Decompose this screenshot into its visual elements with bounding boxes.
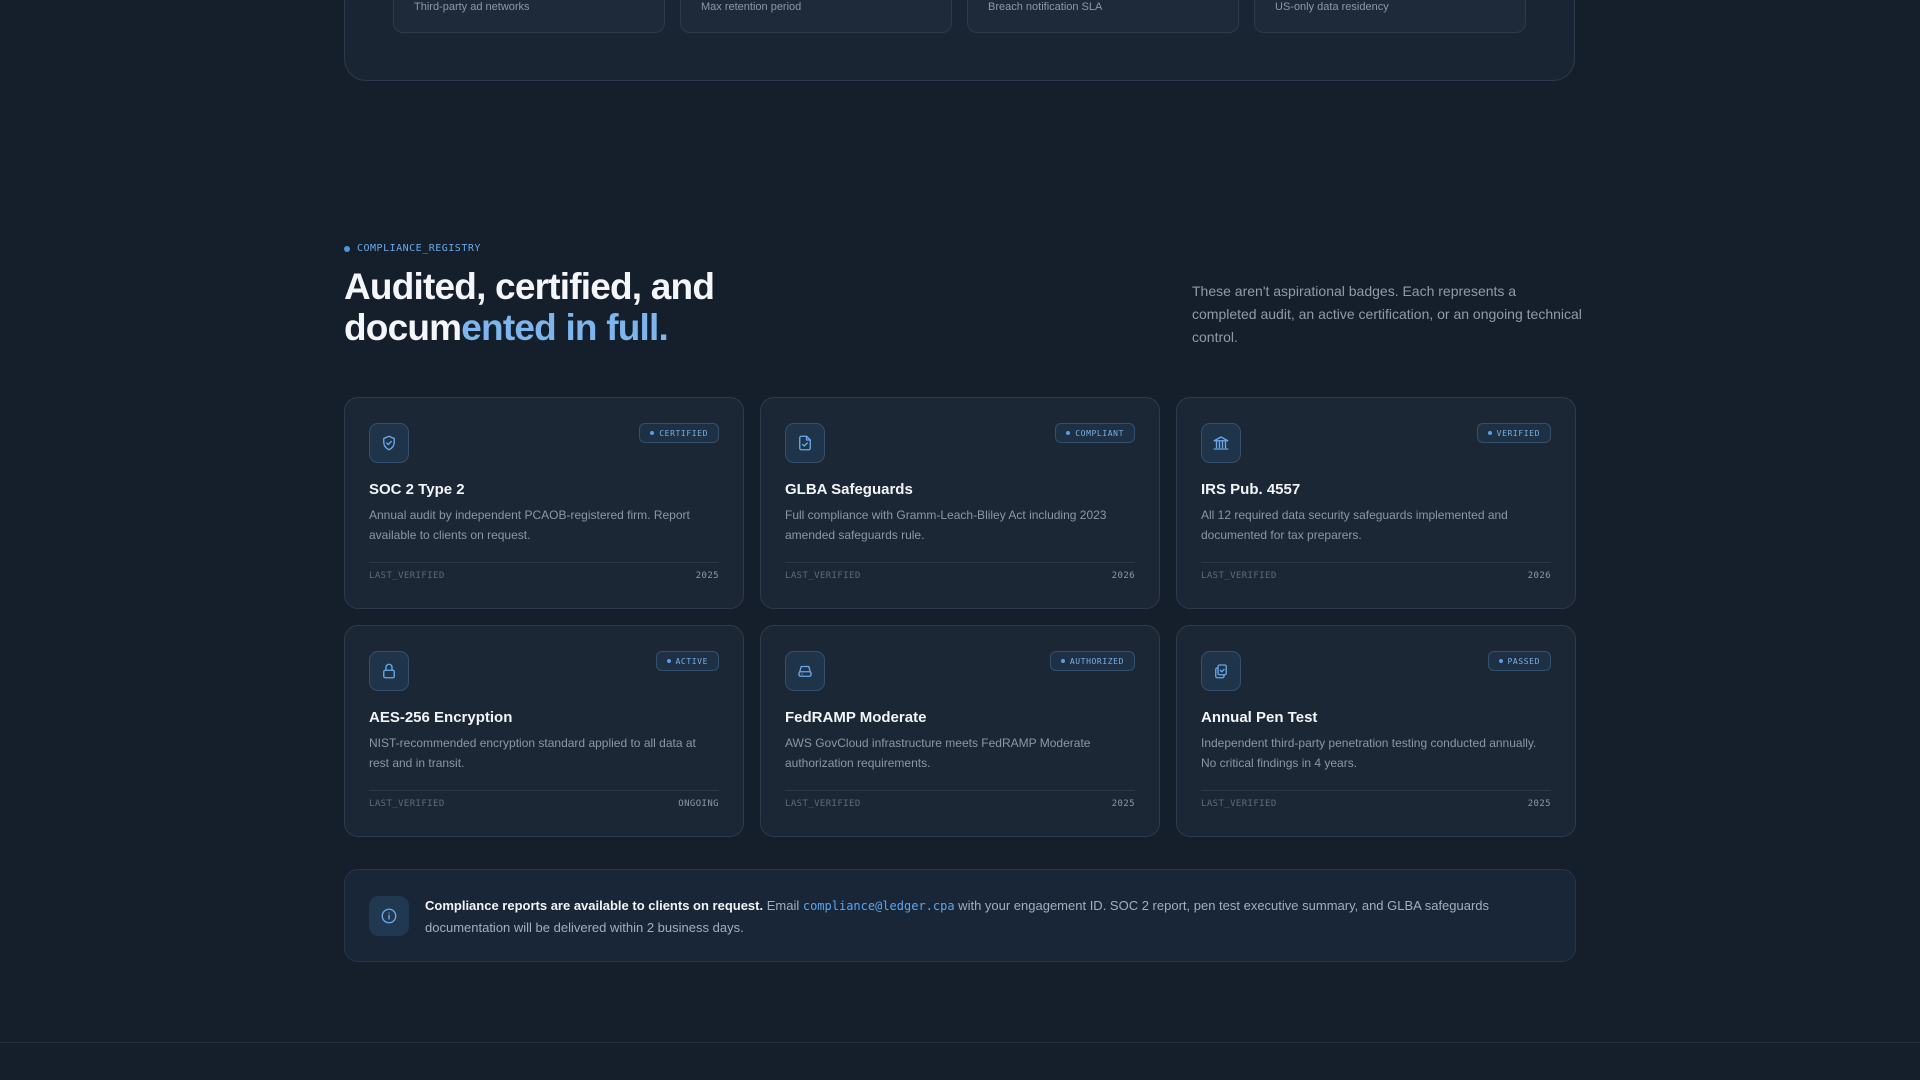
info-icon <box>369 896 409 936</box>
compliance-card: ACTIVE AES-256 Encryption NIST-recommend… <box>344 625 744 837</box>
stat-card: Third-party ad networks <box>393 0 665 33</box>
card-description: Annual audit by independent PCAOB-regist… <box>369 508 690 542</box>
badge-label: PASSED <box>1507 656 1540 666</box>
footer-label: LAST_VERIFIED <box>785 571 861 581</box>
card-title: SOC 2 Type 2 <box>369 481 465 498</box>
title-line-2: docum <box>344 307 462 348</box>
status-badge: VERIFIED <box>1476 423 1551 443</box>
bank-building-icon <box>1201 423 1241 463</box>
status-badge: COMPLIANT <box>1055 423 1135 443</box>
badge-label: COMPLIANT <box>1075 428 1124 438</box>
card-title: FedRAMP Moderate <box>785 709 927 726</box>
badge-label: VERIFIED <box>1496 428 1540 438</box>
footer-value: 2026 <box>1527 571 1551 581</box>
notice-pre-email: Email <box>763 898 803 913</box>
card-description: Full compliance with Gramm-Leach-Bliley … <box>785 508 1107 542</box>
card-footer: LAST_VERIFIED 2025 <box>369 562 719 581</box>
compliance-card: AUTHORIZED FedRAMP Moderate AWS GovCloud… <box>760 625 1160 837</box>
footer-value: 2026 <box>1111 571 1135 581</box>
clipboard-copy-icon <box>1201 651 1241 691</box>
footer-label: LAST_VERIFIED <box>1201 799 1277 809</box>
data-policy-panel: Third-party ad networks Max retention pe… <box>344 0 1575 81</box>
stat-label: Max retention period <box>701 1 802 13</box>
footer-label: LAST_VERIFIED <box>785 799 861 809</box>
footer-value: 2025 <box>695 571 719 581</box>
eyebrow-dot <box>344 245 350 252</box>
card-footer: LAST_VERIFIED ONGOING <box>369 790 719 809</box>
badge-label: CERTIFIED <box>659 428 708 438</box>
stat-label: Third-party ad networks <box>414 1 530 13</box>
compliance-card: CERTIFIED SOC 2 Type 2 Annual audit by i… <box>344 397 744 609</box>
footer-divider <box>0 1042 1920 1043</box>
server-drive-icon <box>785 651 825 691</box>
footer-value: ONGOING <box>678 799 719 809</box>
card-title: AES-256 Encryption <box>369 709 513 726</box>
compliance-card: VERIFIED IRS Pub. 4557 All 12 required d… <box>1176 397 1576 609</box>
card-footer: LAST_VERIFIED 2026 <box>785 562 1135 581</box>
footer-label: LAST_VERIFIED <box>369 799 445 809</box>
email-link[interactable]: compliance@ledger.cpa <box>803 899 955 913</box>
badge-label: ACTIVE <box>675 656 708 666</box>
card-description: All 12 required data security safeguards… <box>1201 508 1508 542</box>
card-footer: LAST_VERIFIED 2026 <box>1201 562 1551 581</box>
document-check-icon <box>785 423 825 463</box>
footer-label: LAST_VERIFIED <box>1201 571 1277 581</box>
compliance-card: COMPLIANT GLBA Safeguards Full complianc… <box>760 397 1160 609</box>
eyebrow-label: COMPLIANCE_REGISTRY <box>357 243 481 254</box>
compliance-notice: Compliance reports are available to clie… <box>344 869 1576 962</box>
badge-label: AUTHORIZED <box>1069 656 1124 666</box>
footer-value: 2025 <box>1527 799 1551 809</box>
card-description: NIST-recommended encryption standard app… <box>369 736 696 770</box>
section-title: Audited, certified, and documented in fu… <box>344 266 715 348</box>
card-description: AWS GovCloud infrastructure meets FedRAM… <box>785 736 1091 770</box>
notice-text: Compliance reports are available to clie… <box>425 895 1535 939</box>
section-intro: These aren't aspirational badges. Each r… <box>1192 283 1582 345</box>
stat-label: US-only data residency <box>1275 1 1389 13</box>
status-badge: PASSED <box>1487 651 1551 671</box>
card-title: IRS Pub. 4557 <box>1201 481 1301 498</box>
card-footer: LAST_VERIFIED 2025 <box>785 790 1135 809</box>
card-title: Annual Pen Test <box>1201 709 1318 726</box>
shield-check-icon <box>369 423 409 463</box>
card-description: Independent third-party penetration test… <box>1201 736 1537 770</box>
title-accent: ented in full. <box>461 307 668 348</box>
status-badge: ACTIVE <box>655 651 719 671</box>
compliance-grid: CERTIFIED SOC 2 Type 2 Annual audit by i… <box>344 397 1576 837</box>
footer-value: 2025 <box>1111 799 1135 809</box>
compliance-card: PASSED Annual Pen Test Independent third… <box>1176 625 1576 837</box>
compliance-page: Third-party ad networks Max retention pe… <box>0 0 1920 1080</box>
title-line-1: Audited, certified, and <box>344 266 715 307</box>
card-title: GLBA Safeguards <box>785 481 913 498</box>
lock-icon <box>369 651 409 691</box>
stat-card: US-only data residency <box>1254 0 1526 33</box>
stat-card: Max retention period <box>680 0 952 33</box>
status-badge: AUTHORIZED <box>1049 651 1135 671</box>
section-eyebrow: COMPLIANCE_REGISTRY <box>344 243 481 254</box>
footer-label: LAST_VERIFIED <box>369 571 445 581</box>
stat-card: Breach notification SLA <box>967 0 1239 33</box>
notice-bold: Compliance reports are available to clie… <box>425 898 764 913</box>
status-badge: CERTIFIED <box>639 423 719 443</box>
card-footer: LAST_VERIFIED 2025 <box>1201 790 1551 809</box>
stat-label: Breach notification SLA <box>988 1 1103 13</box>
